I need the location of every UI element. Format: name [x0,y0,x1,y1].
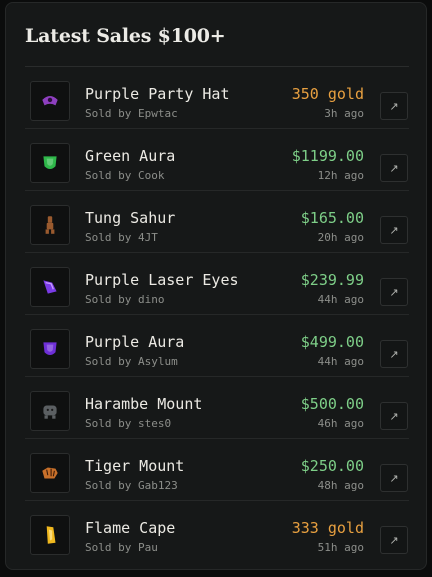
sale-row: Green Aura Sold by Cook $1199.00 12h ago… [25,129,409,191]
purple-aura-icon [43,342,57,356]
external-link-icon: ↗ [389,99,399,113]
sale-time: 44h ago [317,293,364,306]
external-link-icon: ↗ [389,409,399,423]
item-name: Tiger Mount [85,457,185,475]
green-aura-icon [43,156,57,170]
sales-list: Purple Party Hat Sold by Epwtac 350 gold… [25,66,409,562]
sale-price: $250.00 [300,457,364,475]
open-sale-button[interactable]: ↗ [380,526,408,554]
item-thumbnail [30,329,70,369]
purple-hat-icon [42,96,58,106]
tiger-mount-icon [41,466,59,480]
sale-price: $1199.00 [291,147,364,165]
sale-time: 46h ago [317,417,364,430]
seller-text: Sold by Epwtac [85,107,178,120]
external-link-icon: ↗ [389,347,399,361]
sale-row: Tiger Mount Sold by Gab123 $250.00 48h a… [25,439,409,501]
sale-row: Tung Sahur Sold by 4JT $165.00 20h ago ↗ [25,191,409,253]
seller-text: Sold by dino [85,293,165,306]
seller-text: Sold by Pau [85,541,158,554]
item-name: Tung Sahur [85,209,176,227]
item-thumbnail [30,453,70,493]
external-link-icon: ↗ [389,161,399,175]
item-name: Flame Cape [85,519,176,537]
external-link-icon: ↗ [389,533,399,547]
sale-time: 12h ago [317,169,364,182]
item-thumbnail [30,205,70,245]
open-sale-button[interactable]: ↗ [380,340,408,368]
open-sale-button[interactable]: ↗ [380,464,408,492]
open-sale-button[interactable]: ↗ [380,216,408,244]
seller-text: Sold by Asylum [85,355,178,368]
laser-eyes-icon [42,279,58,295]
external-link-icon: ↗ [389,285,399,299]
seller-text: Sold by stes0 [85,417,172,430]
item-thumbnail [30,143,70,183]
item-thumbnail [30,515,70,555]
flame-cape-icon [46,526,56,544]
item-name: Purple Laser Eyes [85,271,239,289]
open-sale-button[interactable]: ↗ [380,154,408,182]
tung-sahur-icon [45,216,55,234]
sale-row: Flame Cape Sold by Pau 333 gold 51h ago … [25,501,409,562]
sale-price: 333 gold [291,519,364,537]
sale-row: Harambe Mount Sold by stes0 $500.00 46h … [25,377,409,439]
sale-time: 3h ago [324,107,364,120]
harambe-mount-icon [43,405,57,419]
open-sale-button[interactable]: ↗ [380,402,408,430]
sale-time: 20h ago [317,231,364,244]
sale-price: $165.00 [300,209,364,227]
sale-price: $239.99 [300,271,364,289]
seller-text: Sold by 4JT [85,231,158,244]
sale-price: $499.00 [300,333,364,351]
external-link-icon: ↗ [389,223,399,237]
external-link-icon: ↗ [389,471,399,485]
item-name: Purple Party Hat [85,85,230,103]
sale-time: 51h ago [317,541,364,554]
sale-time: 44h ago [317,355,364,368]
item-thumbnail [30,391,70,431]
open-sale-button[interactable]: ↗ [380,278,408,306]
sale-price: $500.00 [300,395,364,413]
seller-text: Sold by Gab123 [85,479,178,492]
card-title: Latest Sales $100+ [25,25,226,47]
sale-row: Purple Laser Eyes Sold by dino $239.99 4… [25,253,409,315]
sale-row: Purple Aura Sold by Asylum $499.00 44h a… [25,315,409,377]
sale-price: 350 gold [291,85,364,103]
item-thumbnail [30,81,70,121]
item-thumbnail [30,267,70,307]
open-sale-button[interactable]: ↗ [380,92,408,120]
item-name: Harambe Mount [85,395,203,413]
sale-time: 48h ago [317,479,364,492]
seller-text: Sold by Cook [85,169,165,182]
latest-sales-card: Latest Sales $100+ Purple Party Hat Sold… [5,2,427,570]
item-name: Purple Aura [85,333,185,351]
sale-row: Purple Party Hat Sold by Epwtac 350 gold… [25,67,409,129]
item-name: Green Aura [85,147,176,165]
